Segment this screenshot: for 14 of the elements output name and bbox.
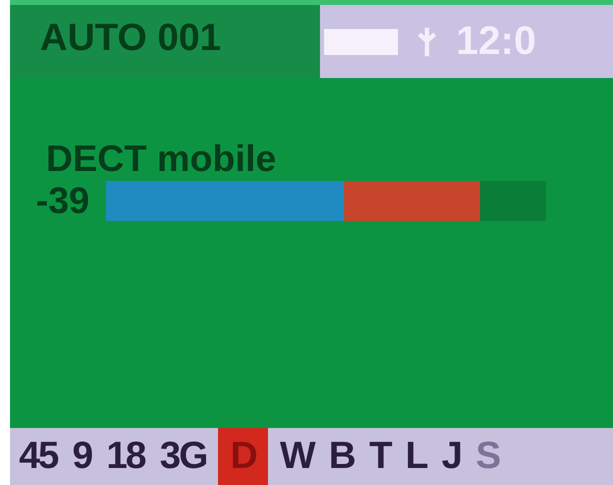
band-tab[interactable]: 18 <box>103 428 148 485</box>
band-tab[interactable]: 45 <box>16 428 60 485</box>
battery-icon <box>324 28 398 54</box>
band-tab[interactable]: 9 <box>69 428 94 485</box>
band-tab[interactable]: L <box>402 428 430 485</box>
band-tab[interactable]: 3G <box>156 428 210 485</box>
mode-label: AUTO 001 <box>10 5 320 78</box>
band-tab[interactable]: T <box>366 428 394 485</box>
band-tab[interactable]: B <box>326 428 358 485</box>
signal-reading: -39 <box>36 180 90 222</box>
signal-name: DECT mobile <box>46 138 278 180</box>
band-tab[interactable]: W <box>276 428 317 485</box>
antenna-icon <box>416 24 438 58</box>
band-tab[interactable]: J <box>438 428 464 485</box>
